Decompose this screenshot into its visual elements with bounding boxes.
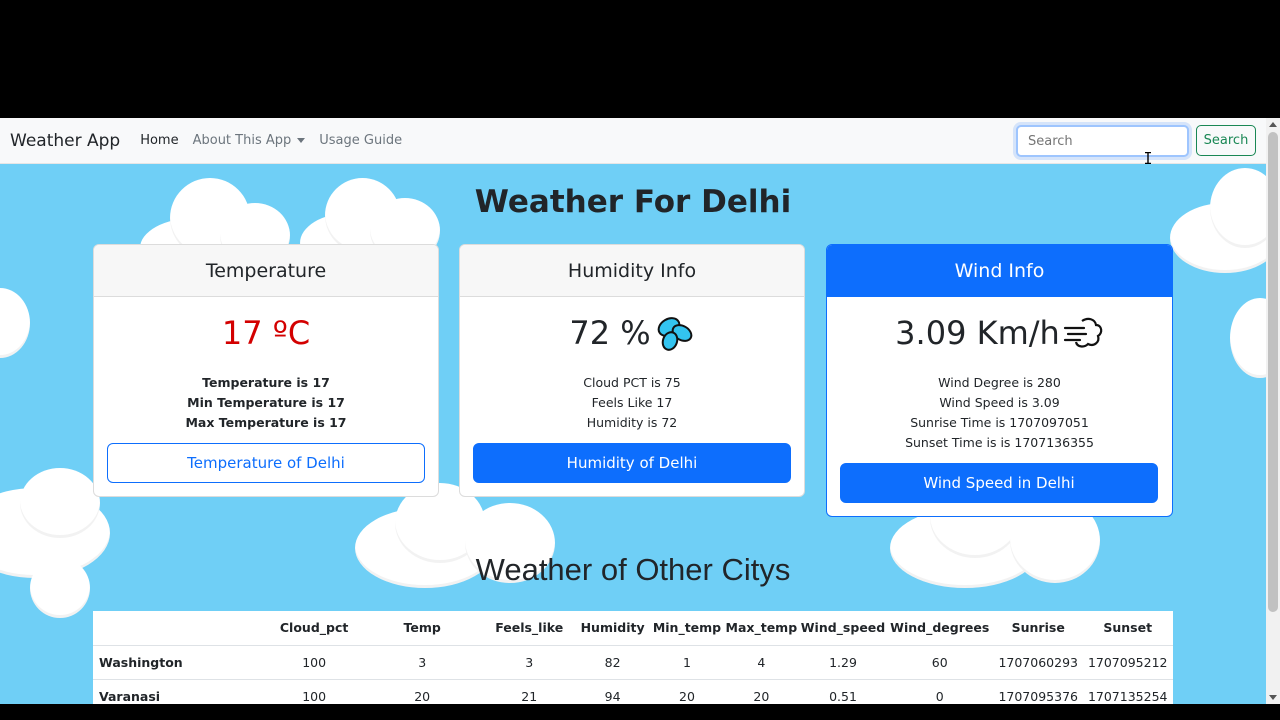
page-title: Weather For Delhi	[474, 184, 792, 220]
table-header-cell: Max_temp	[722, 611, 801, 646]
table-cell: 1707060293	[994, 645, 1083, 680]
nav-about-label: About This App	[192, 133, 292, 148]
other-cities-title: Weather of Other Citys	[475, 552, 791, 587]
sunset-line: Sunset Time is is 1707136355	[905, 435, 1094, 450]
wind-icon	[1063, 317, 1103, 348]
sunrise-line: Sunrise Time is 1707097051	[910, 415, 1089, 430]
wind-value: 3.09 Km/h	[895, 314, 1060, 352]
table-cell: 1707135254	[1082, 679, 1173, 704]
table-cell: 100	[268, 645, 360, 680]
table-header-cell: Wind_degrees	[885, 611, 994, 646]
temperature-details: Temperature is 17 Min Temperature is 17 …	[94, 373, 438, 433]
humidity-line: Humidity is 72	[586, 415, 678, 430]
wind-speed-line: Wind Speed is 3.09	[939, 395, 1060, 410]
nav-usage-guide[interactable]: Usage Guide	[319, 133, 402, 148]
table-cell: 3	[359, 645, 485, 680]
table-cell: 0	[885, 679, 994, 704]
table-cell: 21	[484, 679, 574, 704]
table-cell: 20	[722, 679, 801, 704]
table-cell: 1707095376	[994, 679, 1083, 704]
table-header-cell: Sunset	[1082, 611, 1173, 646]
browser-viewport: Weather App Home About This App Usage Gu…	[0, 118, 1280, 704]
wind-degree-line: Wind Degree is 280	[938, 375, 1061, 390]
scroll-up-arrow-icon[interactable]	[1269, 122, 1277, 127]
table-cell: 94	[573, 679, 652, 704]
humidity-button[interactable]: Humidity of Delhi	[473, 443, 791, 483]
temperature-line: Temperature is 17	[202, 375, 330, 390]
table-header-cell: Humidity	[573, 611, 652, 646]
table-row: Washington 100 3 3 82 1 4 1.29 60 170706…	[93, 645, 1173, 680]
humidity-value: 72 %	[569, 314, 651, 352]
table-header-cell: Feels_like	[484, 611, 574, 646]
temperature-button[interactable]: Temperature of Delhi	[107, 443, 425, 483]
humidity-card-header: Humidity Info	[460, 245, 804, 297]
page-scrollbar[interactable]	[1266, 118, 1280, 704]
wind-button[interactable]: Wind Speed in Delhi	[840, 463, 1158, 503]
nav-about-dropdown[interactable]: About This App	[193, 133, 306, 148]
text-cursor-icon	[1145, 152, 1151, 164]
search-input[interactable]	[1016, 125, 1189, 157]
table-header-cell	[93, 611, 269, 646]
table-header-cell: Temp	[359, 611, 485, 646]
wind-value-row: 3.09 Km/h	[827, 311, 1172, 355]
table-header-cell: Sunrise	[994, 611, 1083, 646]
droplets-icon	[657, 317, 692, 351]
table-cell: 4	[722, 645, 801, 680]
temperature-value: 17 ºC	[221, 314, 311, 352]
scroll-down-arrow-icon[interactable]	[1269, 695, 1277, 700]
table-cell: 3	[484, 645, 574, 680]
temperature-card-header: Temperature	[94, 245, 438, 297]
table-header-row: Cloud_pct Temp Feels_like Humidity Min_t…	[93, 611, 1173, 646]
table-cell: 0.51	[800, 679, 886, 704]
wind-details: Wind Degree is 280 Wind Speed is 3.09 Su…	[827, 373, 1172, 453]
nav-home[interactable]: Home	[140, 133, 178, 148]
table-cell: 1	[651, 645, 723, 680]
other-cities-table: Cloud_pct Temp Feels_like Humidity Min_t…	[93, 611, 1173, 704]
cloud-pct-line: Cloud PCT is 75	[583, 375, 681, 390]
table-cell: 20	[359, 679, 485, 704]
max-temperature-line: Max Temperature is 17	[185, 415, 347, 430]
feels-like-line: Feels Like 17	[591, 395, 673, 410]
wind-card-header: Wind Info	[827, 245, 1172, 297]
city-name-cell: Varanasi	[93, 679, 269, 704]
min-temperature-line: Min Temperature is 17	[187, 395, 345, 410]
table-cell: 60	[885, 645, 994, 680]
temperature-card: Temperature 17 ºC Temperature is 17 Min …	[93, 244, 439, 497]
table-cell: 1.29	[800, 645, 886, 680]
humidity-details: Cloud PCT is 75 Feels Like 17 Humidity i…	[460, 373, 804, 433]
table-cell: 1707095212	[1082, 645, 1173, 680]
humidity-card: Humidity Info 72 % Cloud PCT is 75 Feels…	[459, 244, 805, 497]
table-row: Varanasi 100 20 21 94 20 20 0.51 0 17070…	[93, 679, 1173, 704]
table-cell: 82	[573, 645, 652, 680]
scroll-thumb[interactable]	[1268, 132, 1278, 612]
humidity-value-row: 72 %	[460, 311, 804, 355]
table-header-cell: Min_temp	[651, 611, 723, 646]
table-header-cell: Cloud_pct	[268, 611, 360, 646]
table-cell: 20	[651, 679, 723, 704]
search-button[interactable]: Search	[1196, 125, 1256, 156]
caret-down-icon	[297, 138, 306, 143]
bottom-black-bar	[0, 704, 1280, 720]
table-header-cell: Wind_speed	[800, 611, 886, 646]
table-cell: 100	[268, 679, 360, 704]
brand-link[interactable]: Weather App	[10, 131, 120, 151]
city-name-cell: Washington	[93, 645, 269, 680]
wind-card: Wind Info 3.09 Km/h Wind Degree is 280 W…	[826, 244, 1173, 517]
